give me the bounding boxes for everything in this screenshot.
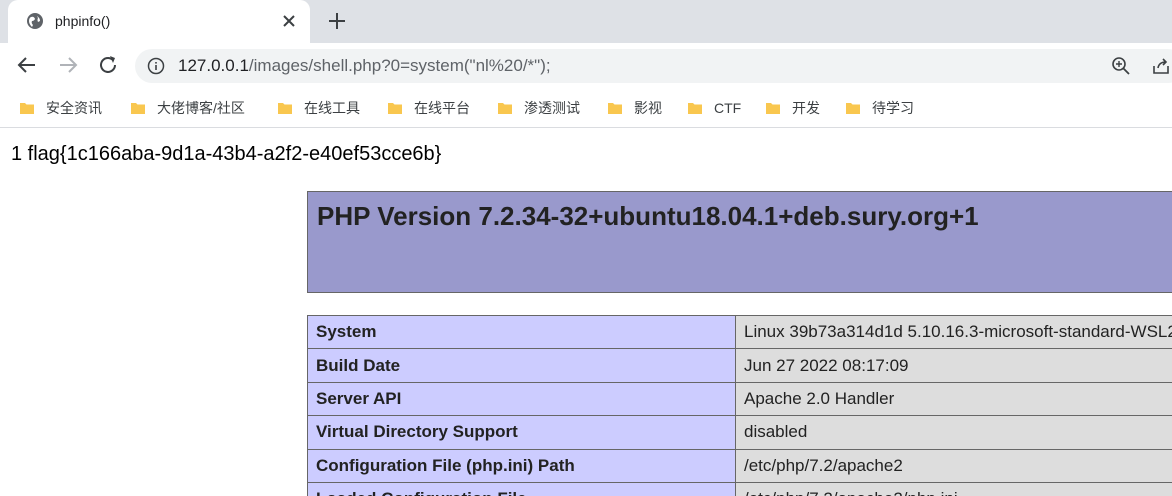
row-key: Configuration File (php.ini) Path — [307, 448, 736, 483]
phpinfo-table: System Linux 39b73a314d1d 5.10.16.3-micr… — [307, 314, 1172, 496]
info-icon[interactable] — [147, 57, 165, 75]
bookmark-folder[interactable]: CTF — [687, 97, 741, 119]
bookmark-label: 在线平台 — [414, 100, 470, 116]
browser-toolbar: 127.0.0.1/images/shell.php?0=system("nl%… — [0, 43, 1172, 88]
table-row: Configuration File (php.ini) Path /etc/p… — [307, 448, 1172, 483]
table-row: Server API Apache 2.0 Handler — [307, 381, 1172, 417]
bookmark-label: 影视 — [634, 100, 662, 116]
page-title: PHP Version 7.2.34-32+ubuntu18.04.1+deb.… — [317, 201, 979, 231]
close-icon[interactable] — [279, 11, 299, 31]
tab-title: phpinfo() — [55, 13, 111, 29]
url-host: 127.0.0.1 — [178, 56, 249, 75]
back-arrow-icon[interactable] — [15, 53, 39, 77]
bookmarks-bar: 安全资讯 大佬博客/社区 在线工具 在线平台 渗透测试 影视 CTF 开发 待学… — [0, 88, 1172, 128]
row-value: /etc/php/7.2/apache2 — [735, 448, 1172, 483]
forward-arrow-icon[interactable] — [56, 53, 80, 77]
row-key: Loaded Configuration File — [307, 481, 736, 496]
bookmark-folder[interactable]: 安全资讯 — [19, 97, 102, 119]
row-value: Apache 2.0 Handler — [735, 381, 1172, 417]
table-row: Loaded Configuration File /etc/php/7.2/a… — [307, 481, 1172, 496]
bookmark-folder[interactable]: 渗透测试 — [497, 97, 580, 119]
folder-icon — [131, 103, 145, 114]
url-text[interactable]: 127.0.0.1/images/shell.php?0=system("nl%… — [178, 56, 551, 76]
bookmark-folder[interactable]: 影视 — [607, 97, 662, 119]
zoom-icon[interactable] — [1111, 56, 1131, 76]
tab-phpinfo[interactable]: phpinfo() — [8, 0, 310, 43]
row-value: Linux 39b73a314d1d 5.10.16.3-microsoft-s… — [735, 314, 1172, 350]
table-row: System Linux 39b73a314d1d 5.10.16.3-micr… — [307, 314, 1172, 350]
bookmark-folder[interactable]: 在线工具 — [277, 97, 360, 119]
bookmark-folder[interactable]: 待学习 — [845, 97, 914, 119]
php-version-header: PHP Version 7.2.34-32+ubuntu18.04.1+deb.… — [307, 191, 1172, 293]
page-content: 1 flag{1c166aba-9d1a-43b4-a2f2-e40ef53cc… — [0, 129, 1172, 496]
folder-icon — [846, 103, 860, 114]
bookmark-folder[interactable]: 大佬博客/社区 — [130, 97, 245, 119]
bookmark-label: CTF — [714, 100, 742, 116]
reload-icon[interactable] — [96, 53, 120, 77]
command-output: 1 flag{1c166aba-9d1a-43b4-a2f2-e40ef53cc… — [11, 143, 442, 165]
row-value: /etc/php/7.2/apache2/php.ini — [735, 481, 1172, 496]
table-row: Virtual Directory Support disabled — [307, 415, 1172, 450]
bookmark-label: 在线工具 — [304, 100, 360, 116]
folder-icon — [20, 103, 34, 114]
share-icon[interactable] — [1151, 56, 1171, 76]
row-value: disabled — [735, 415, 1172, 450]
bookmark-folder[interactable]: 在线平台 — [387, 97, 470, 119]
folder-icon — [278, 103, 292, 114]
bookmark-folder[interactable]: 开发 — [765, 97, 820, 119]
bookmark-label: 待学习 — [872, 100, 914, 116]
url-path: /images/shell.php?0=system("nl%20/*"); — [248, 56, 551, 75]
folder-icon — [388, 103, 402, 114]
table-row: Build Date Jun 27 2022 08:17:09 — [307, 348, 1172, 383]
row-value: Jun 27 2022 08:17:09 — [735, 348, 1172, 383]
row-key: Build Date — [307, 348, 736, 383]
bookmark-label: 大佬博客/社区 — [157, 100, 245, 116]
folder-icon — [688, 103, 702, 114]
row-key: System — [307, 314, 736, 350]
bookmark-label: 渗透测试 — [524, 100, 580, 116]
folder-icon — [766, 103, 780, 114]
new-tab-icon[interactable] — [326, 10, 348, 32]
folder-icon — [498, 103, 512, 114]
globe-icon — [27, 13, 43, 29]
tab-strip: phpinfo() — [0, 0, 1172, 43]
row-key: Server API — [307, 381, 736, 417]
folder-icon — [608, 103, 622, 114]
address-bar[interactable]: 127.0.0.1/images/shell.php?0=system("nl%… — [135, 49, 1172, 83]
bookmark-label: 开发 — [792, 100, 820, 116]
row-key: Virtual Directory Support — [307, 415, 736, 450]
bookmark-label: 安全资讯 — [46, 100, 102, 116]
